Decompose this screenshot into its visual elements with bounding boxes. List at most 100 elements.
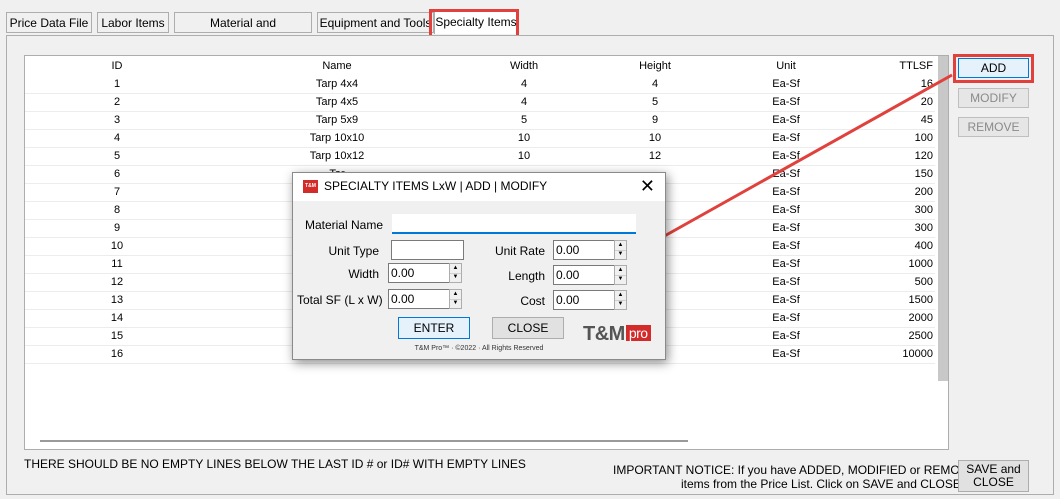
cell-unit: Ea-Sf <box>772 96 800 108</box>
modify-button[interactable]: MODIFY <box>958 88 1029 108</box>
spin-down-icon[interactable]: ▼ <box>615 300 626 309</box>
cell-height: 4 <box>651 78 659 90</box>
cell-width: 4 <box>520 78 528 90</box>
cell-unit: Ea-Sf <box>772 276 800 288</box>
total-sf-label: Total SF (L x W) <box>297 293 383 307</box>
cell-unit: Ea-Sf <box>772 78 800 90</box>
unit-rate-stepper[interactable]: ▲ ▼ <box>614 240 627 260</box>
cell-id: 7 <box>113 186 121 198</box>
tab-labor-items[interactable]: Labor Items <box>97 12 169 33</box>
cell-unit: Ea-Sf <box>772 312 800 324</box>
cell-unit: Ea-Sf <box>772 330 800 342</box>
header-height: Height <box>639 60 671 72</box>
total-sf-input[interactable]: 0.00 <box>388 289 450 309</box>
important-notice-line1: IMPORTANT NOTICE: If you have ADDED, MOD… <box>613 463 985 477</box>
tm-pro-brand-logo: T&M pro <box>583 323 651 346</box>
close-icon[interactable]: ✕ <box>640 176 655 196</box>
cell-unit: Ea-Sf <box>772 114 800 126</box>
cell-unit: Ea-Sf <box>772 294 800 306</box>
spin-down-icon[interactable]: ▼ <box>615 250 626 259</box>
save-button-line2: CLOSE <box>973 475 1014 489</box>
grid-header: ID Name Width Height Unit TTLSF <box>25 58 935 76</box>
cell-width: 5 <box>520 114 528 126</box>
cell-ttlsf: 400 <box>914 240 933 252</box>
spin-down-icon[interactable]: ▼ <box>615 275 626 284</box>
cell-name: Tarp 5x9 <box>315 114 359 126</box>
table-row[interactable]: 3 Tarp 5x9 5 9 Ea-Sf 45 <box>25 112 935 130</box>
cost-input[interactable]: 0.00 <box>553 290 615 310</box>
cell-ttlsf: 150 <box>914 168 933 180</box>
cell-height: 10 <box>648 132 662 144</box>
cost-stepper[interactable]: ▲ ▼ <box>614 290 627 310</box>
horizontal-scrollbar[interactable] <box>40 440 688 442</box>
cell-id: 1 <box>113 78 121 90</box>
cell-name: Tarp 4x4 <box>315 78 359 90</box>
vertical-scrollbar[interactable] <box>938 56 948 381</box>
cell-id: 13 <box>110 294 124 306</box>
brand-text: T&M <box>583 323 625 345</box>
cell-id: 8 <box>113 204 121 216</box>
material-name-label: Material Name <box>304 218 383 232</box>
cell-id: 16 <box>110 348 124 360</box>
table-row[interactable]: 5 Tarp 10x12 10 12 Ea-Sf 120 <box>25 148 935 166</box>
cell-id: 4 <box>113 132 121 144</box>
cell-id: 3 <box>113 114 121 126</box>
cell-id: 14 <box>110 312 124 324</box>
table-row[interactable]: 1 Tarp 4x4 4 4 Ea-Sf 16 <box>25 76 935 94</box>
add-button[interactable]: ADD <box>958 58 1029 78</box>
cell-ttlsf: 16 <box>920 78 933 90</box>
tm-logo-icon: T&M <box>303 180 318 193</box>
length-stepper[interactable]: ▲ ▼ <box>614 265 627 285</box>
save-and-close-button[interactable]: SAVE and CLOSE <box>958 460 1029 492</box>
header-width: Width <box>509 60 539 72</box>
cell-id: 2 <box>113 96 121 108</box>
cell-id: 11 <box>111 258 123 270</box>
cell-unit: Ea-Sf <box>772 258 800 270</box>
table-row[interactable]: 2 Tarp 4x5 4 5 Ea-Sf 20 <box>25 94 935 112</box>
tab-price-data-file[interactable]: Price Data File <box>6 12 92 33</box>
width-input[interactable]: 0.00 <box>388 263 450 283</box>
length-input[interactable]: 0.00 <box>553 265 615 285</box>
cell-ttlsf: 20 <box>920 96 933 108</box>
tab-material-and-consumable[interactable]: Material and Consumable <box>174 12 312 50</box>
unit-type-input[interactable] <box>391 240 464 260</box>
spin-down-icon[interactable]: ▼ <box>450 273 461 282</box>
unit-rate-input[interactable]: 0.00 <box>553 240 615 260</box>
cell-unit: Ea-Sf <box>772 132 800 144</box>
cell-id: 5 <box>113 150 121 162</box>
cell-ttlsf: 1000 <box>908 258 933 270</box>
tab-equipment-and-tools[interactable]: Equipment and Tools <box>317 12 434 33</box>
spin-down-icon[interactable]: ▼ <box>450 299 461 308</box>
cell-ttlsf: 1500 <box>908 294 933 306</box>
close-button[interactable]: CLOSE <box>492 317 564 339</box>
cell-ttlsf: 10000 <box>902 348 933 360</box>
dialog-titlebar: T&M SPECIALTY ITEMS LxW | ADD | MODIFY ✕ <box>293 173 665 201</box>
copyright-text: T&M Pro™ · ©2022 · All Rights Reserved <box>414 345 544 352</box>
width-stepper[interactable]: ▲ ▼ <box>449 263 462 283</box>
cell-ttlsf: 100 <box>914 132 933 144</box>
dialog-title: SPECIALTY ITEMS LxW | ADD | MODIFY <box>324 179 548 193</box>
cell-ttlsf: 500 <box>914 276 933 288</box>
total-sf-stepper[interactable]: ▲ ▼ <box>449 289 462 309</box>
cell-id: 12 <box>110 276 124 288</box>
enter-button[interactable]: ENTER <box>398 317 470 339</box>
cell-unit: Ea-Sf <box>772 222 800 234</box>
cell-ttlsf: 2500 <box>908 330 933 342</box>
cell-width: 10 <box>517 150 531 162</box>
unit-type-label: Unit Type <box>328 244 379 258</box>
cell-id: 9 <box>113 222 121 234</box>
cell-id: 15 <box>110 330 124 342</box>
table-row[interactable]: 4 Tarp 10x10 10 10 Ea-Sf 100 <box>25 130 935 148</box>
header-unit: Unit <box>776 60 796 72</box>
cell-name: Tarp 10x12 <box>309 150 365 162</box>
cell-height: 5 <box>651 96 659 108</box>
length-label: Length <box>508 269 545 283</box>
cell-name: Tarp 4x5 <box>315 96 359 108</box>
material-name-input[interactable] <box>392 214 636 234</box>
tab-specialty-items[interactable]: Specialty Items <box>434 11 518 34</box>
cell-height: 9 <box>651 114 659 126</box>
remove-button[interactable]: REMOVE <box>958 117 1029 137</box>
cell-ttlsf: 120 <box>914 150 933 162</box>
unit-rate-label: Unit Rate <box>494 244 545 258</box>
cell-name: Tarp 10x10 <box>309 132 365 144</box>
